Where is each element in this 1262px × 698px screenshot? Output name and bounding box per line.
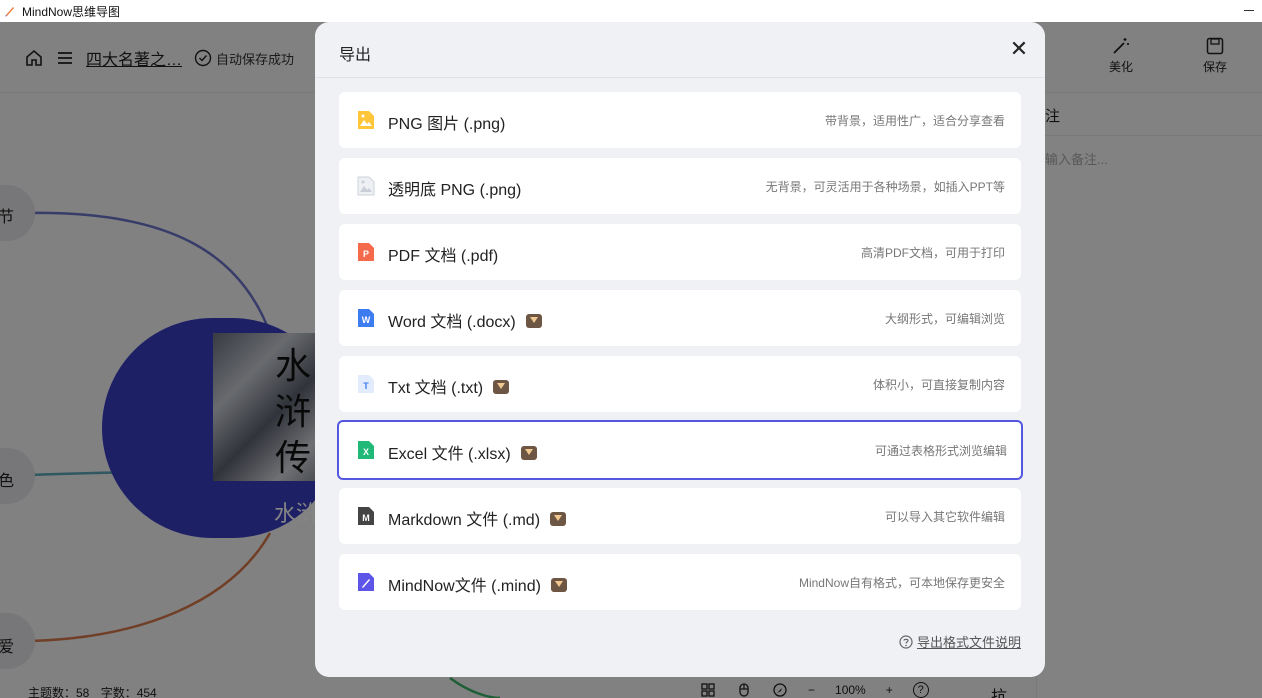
word-icon: W bbox=[358, 309, 374, 327]
svg-text:P: P bbox=[363, 249, 369, 259]
export-option-desc: 高清PDF文档，可用于打印 bbox=[860, 246, 1005, 260]
export-option-transparent-png[interactable]: 透明底 PNG (.png) 无背景，可灵活用于各种场景，如插入PPT等 bbox=[339, 158, 1021, 214]
svg-text:W: W bbox=[362, 315, 371, 325]
vip-badge-icon bbox=[520, 446, 537, 460]
vip-badge-icon bbox=[550, 578, 567, 592]
export-option-label: PNG 图片 (.png) bbox=[388, 116, 506, 133]
app-logo-icon bbox=[5, 7, 14, 17]
export-option-mindnow[interactable]: MindNow文件 (.mind) MindNow自有格式，可本地保存更安全 bbox=[339, 554, 1021, 610]
export-option-txt[interactable]: T Txt 文档 (.txt) 体积小，可直接复制内容 bbox=[339, 356, 1021, 412]
export-option-label-text: Txt 文档 (.txt) bbox=[388, 380, 484, 397]
export-option-label: MindNow文件 (.mind) bbox=[388, 572, 567, 596]
export-option-word[interactable]: W Word 文档 (.docx) 大纲形式，可编辑浏览 bbox=[339, 290, 1021, 346]
export-option-label: Markdown 文件 (.md) bbox=[388, 506, 567, 530]
export-option-excel[interactable]: X Excel 文件 (.xlsx) 可通过表格形式浏览编辑 bbox=[337, 420, 1023, 480]
export-option-pdf[interactable]: P PDF 文档 (.pdf) 高清PDF文档，可用于打印 bbox=[339, 224, 1021, 280]
export-help-link[interactable]: 导出格式文件说明 bbox=[899, 632, 1021, 651]
pdf-icon: P bbox=[358, 243, 374, 261]
txt-icon: T bbox=[358, 375, 374, 393]
transparent-image-icon bbox=[357, 176, 375, 196]
export-option-label: Word 文档 (.docx) bbox=[388, 308, 542, 332]
window-titlebar: MindNow思维导图 bbox=[0, 0, 1262, 22]
svg-text:T: T bbox=[363, 381, 369, 391]
export-option-desc: 大纲形式，可编辑浏览 bbox=[884, 312, 1005, 326]
svg-text:X: X bbox=[363, 447, 369, 457]
vip-badge-icon bbox=[525, 314, 542, 328]
svg-text:M: M bbox=[362, 513, 370, 523]
vip-badge-icon bbox=[550, 512, 567, 526]
question-circle-icon bbox=[899, 634, 913, 649]
export-option-label-text: Markdown 文件 (.md) bbox=[388, 512, 541, 529]
export-option-desc: 可以导入其它软件编辑 bbox=[884, 510, 1005, 524]
export-dialog: 导出 ✕ PNG 图片 (.png) 带背景，适用性广，适合分享查看 透明底 P… bbox=[315, 22, 1045, 677]
image-icon bbox=[358, 111, 374, 129]
window-title: MindNow思维导图 bbox=[22, 4, 121, 19]
close-button[interactable]: ✕ bbox=[1005, 36, 1033, 64]
export-option-label: PDF 文档 (.pdf) bbox=[388, 248, 499, 265]
minimize-button[interactable] bbox=[1244, 10, 1254, 11]
vip-badge-icon bbox=[493, 380, 510, 394]
markdown-icon: M bbox=[358, 507, 374, 525]
export-option-label-text: MindNow文件 (.mind) bbox=[388, 578, 541, 595]
export-option-label: Excel 文件 (.xlsx) bbox=[388, 440, 537, 464]
excel-icon: X bbox=[358, 441, 374, 459]
mindnow-file-icon bbox=[358, 573, 374, 591]
export-option-label-text: Word 文档 (.docx) bbox=[388, 314, 516, 331]
export-option-desc: 体积小，可直接复制内容 bbox=[872, 378, 1005, 392]
export-option-label-text: Excel 文件 (.xlsx) bbox=[388, 446, 511, 463]
export-option-desc: MindNow自有格式，可本地保存更安全 bbox=[798, 576, 1005, 590]
export-dialog-title: 导出 bbox=[339, 47, 372, 64]
export-option-desc: 带背景，适用性广，适合分享查看 bbox=[824, 114, 1005, 128]
export-option-desc: 可通过表格形式浏览编辑 bbox=[874, 444, 1007, 458]
export-dialog-header: 导出 ✕ bbox=[315, 22, 1045, 78]
export-help-link-text: 导出格式文件说明 bbox=[916, 635, 1021, 650]
export-option-desc: 无背景，可灵活用于各种场景，如插入PPT等 bbox=[765, 180, 1005, 194]
export-option-label: Txt 文档 (.txt) bbox=[388, 374, 510, 398]
export-option-markdown[interactable]: M Markdown 文件 (.md) 可以导入其它软件编辑 bbox=[339, 488, 1021, 544]
export-option-label: 透明底 PNG (.png) bbox=[388, 182, 522, 199]
export-option-png[interactable]: PNG 图片 (.png) 带背景，适用性广，适合分享查看 bbox=[339, 92, 1021, 148]
